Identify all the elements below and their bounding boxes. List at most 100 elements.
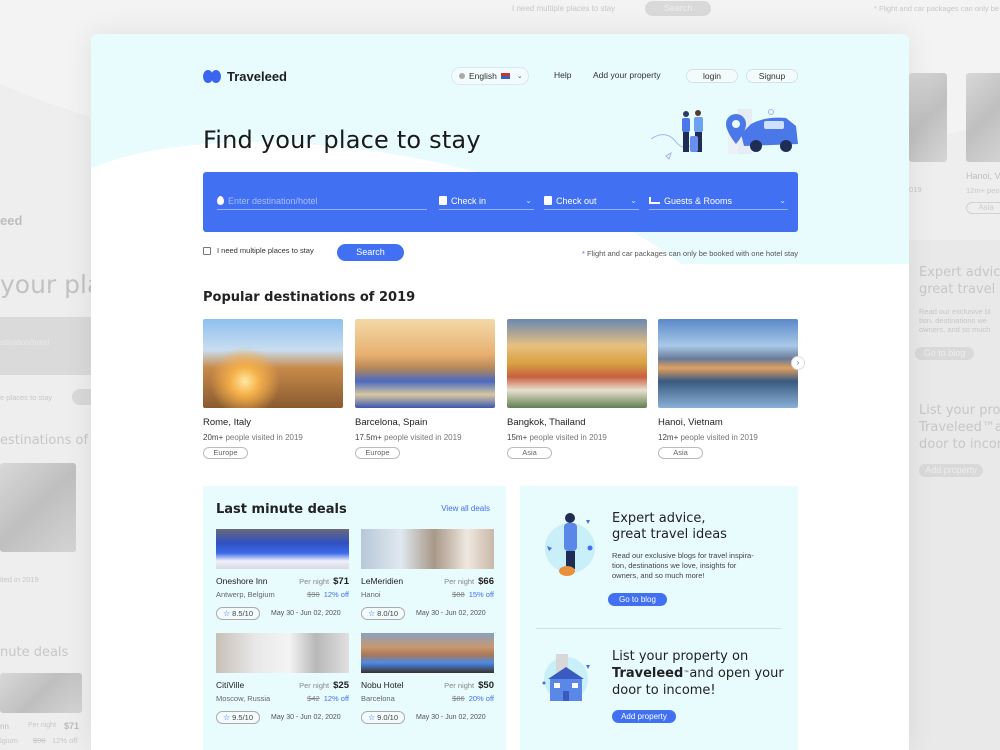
chevron-right-icon: › xyxy=(796,358,800,367)
region-tag[interactable]: Asia xyxy=(507,447,552,459)
checkin-label: Check in xyxy=(451,195,487,206)
region-tag[interactable]: Europe xyxy=(355,447,400,459)
destination-card[interactable]: Barcelona, Spain 17.5m+ people visited i… xyxy=(355,319,495,460)
bg-section-title: estinations of 2 xyxy=(0,433,101,448)
destination-card[interactable]: Bangkok, Thailand 15m+ people visited in… xyxy=(507,319,647,460)
deals-title: Last minute deals xyxy=(216,502,347,517)
bg-note: * Flight and car packages can only be bo… xyxy=(874,4,1000,13)
view-all-deals-link[interactable]: View all deals xyxy=(441,504,490,513)
bg-deals-title: nute deals xyxy=(0,645,69,660)
language-selector[interactable]: English ⌄ xyxy=(451,67,529,85)
deal-location: Barcelona xyxy=(361,694,395,703)
bed-icon xyxy=(649,197,660,204)
visitor-count: 20m+ xyxy=(203,433,224,442)
brand-logo[interactable]: Traveleed xyxy=(203,69,287,84)
bg-right-image-2 xyxy=(966,73,1000,162)
checkout-select[interactable]: Check out ⌄ xyxy=(544,192,639,210)
packages-note: * Flight and car packages can only be bo… xyxy=(582,249,798,258)
multiple-places-checkbox[interactable]: I need multiple places to stay xyxy=(203,246,314,255)
bg-right-image-1 xyxy=(909,73,947,162)
list-title-line2-text: and open your xyxy=(689,666,784,681)
info-panel: Expert advice, great travel ideas Read o… xyxy=(520,486,798,750)
destination-card[interactable]: Rome, Italy 20m+ people visited in 2019 … xyxy=(203,319,343,460)
checkin-select[interactable]: Check in ⌄ xyxy=(439,192,534,210)
region-tag[interactable]: Asia xyxy=(658,447,703,459)
chevron-down-icon: ⌄ xyxy=(630,196,637,205)
expert-text-line1: Read our exclusive blogs for travel insp… xyxy=(612,551,754,560)
bg-dest-image xyxy=(0,463,76,552)
deal-name: CitiVille xyxy=(216,680,245,690)
go-to-blog-button[interactable]: Go to blog xyxy=(608,593,667,606)
deal-dates: May 30 - Jun 02, 2020 xyxy=(416,610,486,617)
brand-name: Traveleed xyxy=(612,666,684,681)
deal-card[interactable]: LeMeridien Per night $66 Hanoi $88 15% off ☆… xyxy=(361,529,494,620)
bg-right-blog-btn: Go to blog xyxy=(915,347,974,360)
destination-name: Rome, Italy xyxy=(203,417,252,428)
per-night-label: Per night xyxy=(299,681,330,690)
bg-deal-loc: lgium xyxy=(0,736,18,745)
deal-image xyxy=(361,633,494,673)
bg-search-button: Search xyxy=(645,1,711,16)
deal-card[interactable]: CitiVille Per night $25 Moscow, Russia $42 1… xyxy=(216,633,349,724)
login-button[interactable]: login xyxy=(686,69,738,83)
nav-help[interactable]: Help xyxy=(554,70,571,80)
region-tag[interactable]: Europe xyxy=(203,447,248,459)
chevron-down-icon: ⌄ xyxy=(525,196,532,205)
guests-rooms-select[interactable]: Guests & Rooms ⌄ xyxy=(649,192,788,210)
destinations-title: Popular destinations of 2019 xyxy=(203,290,416,305)
rating-value: 9.0/10 xyxy=(377,713,399,722)
destination-input[interactable]: Enter destination/hotel xyxy=(217,192,427,210)
signup-button[interactable]: Signup xyxy=(746,69,798,83)
hanoi-image xyxy=(658,319,798,408)
deal-card[interactable]: Nobu Hotel Per night $50 Barcelona $86 20% o… xyxy=(361,633,494,724)
bg-right-add-btn: Add property xyxy=(919,464,983,477)
main-page-card: Traveleed English ⌄ Help Add your proper… xyxy=(91,34,909,750)
rating-badge: ☆ 8.5/10 xyxy=(216,607,261,620)
deal-location: Moscow, Russia xyxy=(216,694,271,703)
note-asterisk: * xyxy=(582,249,585,258)
expert-title-line1: Expert advice, xyxy=(612,511,706,526)
bg-right-expert-text-1: Read our exclusive bl xyxy=(919,307,991,316)
bg-right-list-title-1: List your pro xyxy=(919,403,1000,418)
destination-visitors: 20m+ people visited in 2019 xyxy=(203,433,343,442)
add-property-button[interactable]: Add property xyxy=(612,710,676,723)
destination-visitors: 15m+ people visited in 2019 xyxy=(507,433,647,442)
star-icon: ☆ xyxy=(368,609,376,618)
rating-value: 9.5/10 xyxy=(232,713,254,722)
bg-right-expert-title-1: Expert advice xyxy=(919,265,1000,280)
rating-badge: ☆ 9.5/10 xyxy=(216,711,261,724)
bg-input: stination/hotel xyxy=(0,338,50,347)
destination-name: Barcelona, Spain xyxy=(355,417,428,428)
destination-placeholder: Enter destination/hotel xyxy=(228,195,318,206)
traveler-illustration xyxy=(545,513,595,576)
chevron-down-icon: ⌄ xyxy=(516,73,523,80)
bg-discount: 12% off xyxy=(52,736,78,745)
deal-dates: May 30 - Jun 02, 2020 xyxy=(416,714,486,721)
bg-right-visited: 019 xyxy=(909,185,922,194)
globe-icon xyxy=(459,73,465,79)
chevron-down-icon: ⌄ xyxy=(779,196,786,205)
visitor-suffix: people visited in 2019 xyxy=(680,433,758,442)
destination-card[interactable]: Hanoi, Vietnam 12m+ people visited in 20… xyxy=(658,319,798,460)
deal-card[interactable]: Oneshore Inn Per night $71 Antwerp, Belgiu… xyxy=(216,529,349,620)
bg-right-dest-sub: 12m+ peo xyxy=(966,186,1000,195)
list-title-line1: List your property on xyxy=(612,649,749,664)
checkbox[interactable] xyxy=(203,246,211,255)
expert-text-line3: owners, and so much more! xyxy=(612,571,705,580)
expert-title-line2: great travel ideas xyxy=(612,527,727,542)
rome-image xyxy=(203,319,343,408)
per-night-label: Per night xyxy=(444,577,475,586)
deal-location: Antwerp, Belgium xyxy=(216,590,275,599)
deal-image xyxy=(216,529,349,569)
search-button[interactable]: Search xyxy=(337,244,404,261)
deal-old-price: $42 xyxy=(307,694,320,703)
bg-visited: ited in 2019 xyxy=(0,575,39,584)
rating-badge: ☆ 8.0/10 xyxy=(361,607,406,620)
checkout-label: Check out xyxy=(556,195,597,206)
nav-add-property[interactable]: Add your property xyxy=(593,70,661,80)
bg-right-list-title-3: door to incor xyxy=(919,437,1000,452)
visitor-suffix: people visited in 2019 xyxy=(384,433,462,442)
bg-old-price: $90 xyxy=(33,736,46,745)
deal-price: $50 xyxy=(478,680,494,691)
carousel-next-button[interactable]: › xyxy=(791,356,805,370)
